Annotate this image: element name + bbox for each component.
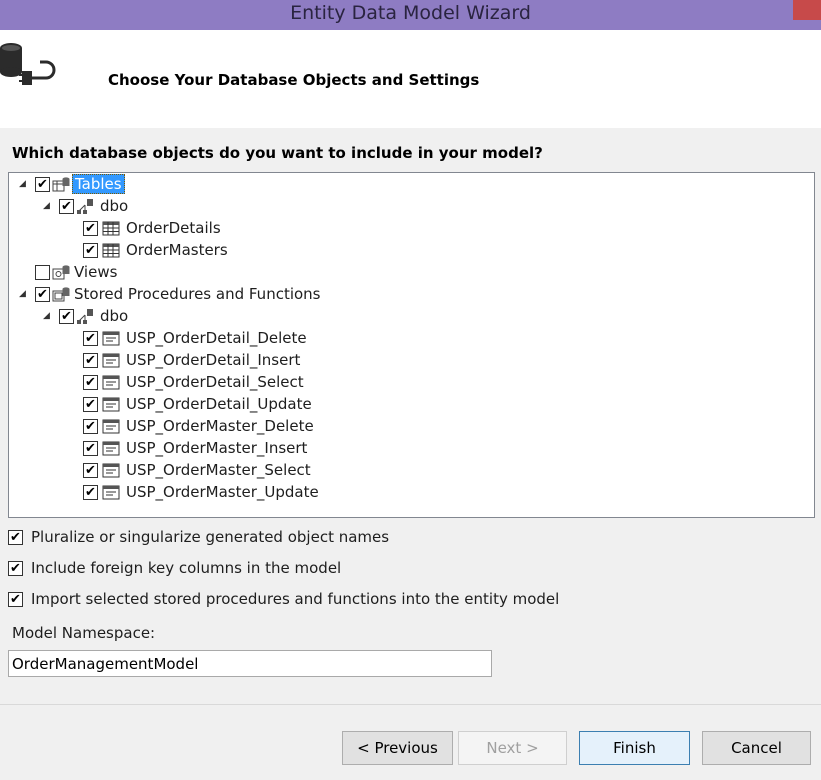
procedures-folder-icon — [52, 287, 70, 302]
checkbox-procedure[interactable]: ✔ — [83, 462, 98, 478]
option-pluralize[interactable]: ✔ Pluralize or singularize generated obj… — [8, 527, 389, 547]
finish-button[interactable]: Finish — [579, 731, 690, 765]
checkbox-table[interactable]: ✔ — [83, 242, 98, 258]
database-connection-icon — [0, 43, 56, 85]
tree-label-procedure: USP_OrderMaster_Update — [126, 483, 319, 501]
tree-node-table[interactable]: ✔ OrderMasters — [83, 239, 230, 261]
page-heading: Choose Your Database Objects and Setting… — [108, 71, 480, 89]
tree-label-procedure: USP_OrderMaster_Delete — [126, 417, 314, 435]
checkbox-table[interactable]: ✔ — [83, 220, 98, 236]
tree-label-table: OrderDetails — [126, 219, 221, 237]
cancel-button[interactable]: Cancel — [702, 731, 811, 765]
stored-procedure-icon — [102, 441, 120, 456]
tree-label-tables[interactable]: Tables — [72, 174, 125, 194]
collapse-arrow-icon[interactable]: ◢ — [43, 201, 53, 211]
stored-procedure-icon — [102, 397, 120, 412]
tree-label-procedure: USP_OrderMaster_Insert — [126, 439, 308, 457]
tree-node-procedure[interactable]: ✔ USP_OrderMaster_Select — [83, 459, 313, 481]
stored-procedure-icon — [102, 463, 120, 478]
tree-label-procedure: USP_OrderDetail_Select — [126, 373, 304, 391]
checkbox-procedure[interactable]: ✔ — [83, 396, 98, 412]
tree-label-procedures[interactable]: Stored Procedures and Functions — [72, 285, 323, 303]
close-button[interactable] — [793, 0, 821, 20]
tree-label-procedure: USP_OrderDetail_Update — [126, 395, 312, 413]
collapse-arrow-icon[interactable]: ◢ — [19, 179, 29, 189]
tree-node-table[interactable]: ✔ OrderDetails — [83, 217, 223, 239]
window-title: Entity Data Model Wizard — [290, 2, 531, 24]
tree-node-procedure[interactable]: ✔ USP_OrderDetail_Delete — [83, 327, 309, 349]
checkbox-pluralize[interactable]: ✔ — [8, 529, 23, 545]
tree-node-procedure[interactable]: ✔ USP_OrderMaster_Insert — [83, 437, 309, 459]
stored-procedure-icon — [102, 419, 120, 434]
stored-procedure-icon — [102, 485, 120, 500]
schema-icon — [77, 309, 93, 324]
namespace-input[interactable] — [8, 650, 492, 677]
tree-node-views[interactable]: Views — [35, 261, 119, 283]
checkbox-procedure[interactable]: ✔ — [83, 374, 98, 390]
table-icon — [102, 221, 120, 236]
tree-node-procedure[interactable]: ✔ USP_OrderMaster_Update — [83, 481, 321, 503]
checkbox-procedures[interactable]: ✔ — [35, 286, 50, 302]
checkbox-tables[interactable]: ✔ — [35, 176, 50, 192]
option-foreign-keys-label: Include foreign key columns in the model — [31, 559, 342, 577]
tree-node-procedure[interactable]: ✔ USP_OrderDetail_Select — [83, 371, 306, 393]
wizard-header: Choose Your Database Objects and Setting… — [0, 30, 821, 128]
table-icon — [102, 243, 120, 258]
stored-procedure-icon — [102, 353, 120, 368]
stored-procedure-icon — [102, 331, 120, 346]
tree-node-procedure[interactable]: ✔ USP_OrderDetail_Insert — [83, 349, 302, 371]
checkbox-views[interactable] — [35, 264, 50, 280]
tree-node-procedures[interactable]: ◢ ✔ Stored Procedures and Functions — [19, 283, 323, 305]
footer-divider — [0, 704, 821, 705]
checkbox-foreign-keys[interactable]: ✔ — [8, 560, 23, 576]
checkbox-procedure[interactable]: ✔ — [83, 352, 98, 368]
checkbox-procedure[interactable]: ✔ — [83, 418, 98, 434]
checkbox-import-procs[interactable]: ✔ — [8, 591, 23, 607]
tables-folder-icon — [52, 177, 70, 192]
tree-node-procedure[interactable]: ✔ USP_OrderMaster_Delete — [83, 415, 316, 437]
next-button[interactable]: Next > — [458, 731, 567, 765]
checkbox-procedure[interactable]: ✔ — [83, 484, 98, 500]
previous-button[interactable]: < Previous — [342, 731, 453, 765]
database-objects-tree[interactable]: ◢ ✔ Tables ◢ ✔ dbo ✔ OrderDetails ✔ Orde… — [8, 172, 815, 518]
option-pluralize-label: Pluralize or singularize generated objec… — [31, 528, 390, 546]
checkbox-procedure[interactable]: ✔ — [83, 440, 98, 456]
tree-label-tables-dbo: dbo — [100, 197, 129, 215]
checkbox-procedures-dbo[interactable]: ✔ — [59, 308, 74, 324]
tree-label-procedures-dbo: dbo — [100, 307, 129, 325]
collapse-arrow-icon[interactable]: ◢ — [43, 311, 53, 321]
tree-label-procedure: USP_OrderMaster_Select — [126, 461, 311, 479]
stored-procedure-icon — [102, 375, 120, 390]
namespace-label: Model Namespace: — [12, 624, 156, 642]
checkbox-tables-dbo[interactable]: ✔ — [59, 198, 74, 214]
views-folder-icon — [52, 265, 70, 280]
option-import-procs[interactable]: ✔ Import selected stored procedures and … — [8, 589, 559, 609]
option-import-procs-label: Import selected stored procedures and fu… — [31, 590, 560, 608]
tree-node-procedure[interactable]: ✔ USP_OrderDetail_Update — [83, 393, 314, 415]
tree-label-table: OrderMasters — [126, 241, 228, 259]
tree-label-views[interactable]: Views — [72, 263, 119, 281]
option-foreign-keys[interactable]: ✔ Include foreign key columns in the mod… — [8, 558, 341, 578]
tree-label-procedure: USP_OrderDetail_Insert — [126, 351, 301, 369]
tree-label-procedure: USP_OrderDetail_Delete — [126, 329, 307, 347]
schema-icon — [77, 199, 93, 214]
objects-question: Which database objects do you want to in… — [12, 144, 543, 162]
tree-node-procedures-dbo[interactable]: ◢ ✔ dbo — [43, 305, 130, 327]
title-bar: Entity Data Model Wizard — [0, 0, 821, 30]
collapse-arrow-icon[interactable]: ◢ — [19, 289, 29, 299]
checkbox-procedure[interactable]: ✔ — [83, 330, 98, 346]
tree-node-tables[interactable]: ◢ ✔ Tables — [19, 173, 125, 195]
tree-node-tables-dbo[interactable]: ◢ ✔ dbo — [43, 195, 130, 217]
